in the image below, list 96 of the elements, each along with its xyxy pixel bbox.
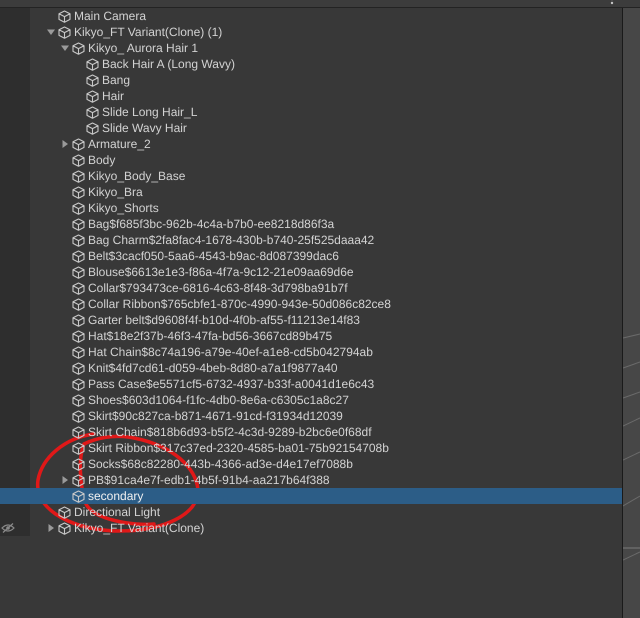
visibility-hidden-icon[interactable]: [1, 523, 15, 533]
object-name: Bang: [102, 72, 130, 88]
cube-icon: [72, 474, 85, 486]
cube-icon: [86, 90, 99, 102]
hierarchy-row[interactable]: Slide Wavy Hair: [0, 120, 622, 136]
cube-icon: [72, 362, 85, 374]
hierarchy-row[interactable]: Knit$4fd7cd61-d059-4beb-8d80-a7a1f9877a40: [0, 360, 622, 376]
object-name: Kikyo_Body_Base: [88, 168, 186, 184]
object-name: Kikyo_FT Variant(Clone) (1): [74, 24, 222, 40]
hierarchy-row[interactable]: Belt$3cacf050-5aa6-4543-b9ac-8d087399dac6: [0, 248, 622, 264]
object-name: Knit$4fd7cd61-d059-4beb-8d80-a7a1f9877a40: [88, 360, 338, 376]
object-name: Kikyo_ Aurora Hair 1: [88, 40, 198, 56]
hierarchy-row[interactable]: Kikyo_Body_Base: [0, 168, 622, 184]
more-menu-icon[interactable]: [610, 0, 614, 6]
hierarchy-row[interactable]: Skirt$90c827ca-b871-4671-91cd-f31934d12039: [0, 408, 622, 424]
hierarchy-row[interactable]: Blouse$6613e1e3-f86a-4f7a-9c12-21e09aa69d6e: [0, 264, 622, 280]
cube-icon: [72, 458, 85, 470]
fold-caret-icon[interactable]: [61, 140, 69, 148]
object-name: Collar$793473ce-6816-4c63-8f48-3d798ba91b7f: [88, 280, 348, 296]
object-name: Collar Ribbon$765cbfe1-870c-4990-943e-50d086c82ce8: [88, 296, 391, 312]
object-name: Slide Wavy Hair: [102, 120, 187, 136]
fold-caret-icon[interactable]: [47, 28, 55, 36]
cube-icon: [72, 234, 85, 246]
object-name: Hat$18e2f37b-46f3-47fa-bd56-3667cd89b475: [88, 328, 332, 344]
hierarchy-row[interactable]: Hat$18e2f37b-46f3-47fa-bd56-3667cd89b475: [0, 328, 622, 344]
cube-icon: [72, 266, 85, 278]
object-name: Slide Long Hair_L: [102, 104, 198, 120]
cube-icon: [58, 10, 71, 22]
fold-caret-icon[interactable]: [61, 476, 69, 484]
object-name: Belt$3cacf050-5aa6-4543-b9ac-8d087399dac6: [88, 248, 339, 264]
cube-icon: [86, 58, 99, 70]
object-name: Armature_2: [88, 136, 151, 152]
object-name: Blouse$6613e1e3-f86a-4f7a-9c12-21e09aa69d6e: [88, 264, 354, 280]
cube-icon: [72, 218, 85, 230]
hierarchy-row[interactable]: Collar$793473ce-6816-4c63-8f48-3d798ba91b7f: [0, 280, 622, 296]
object-name: Kikyo_Shorts: [88, 200, 159, 216]
cube-icon: [72, 378, 85, 390]
hierarchy-row[interactable]: Slide Long Hair_L: [0, 104, 622, 120]
cube-icon: [72, 442, 85, 454]
hierarchy-row[interactable]: Armature_2: [0, 136, 622, 152]
hierarchy-row[interactable]: Back Hair A (Long Wavy): [0, 56, 622, 72]
cube-icon: [72, 346, 85, 358]
cube-icon: [72, 298, 85, 310]
object-name: Body: [88, 152, 116, 168]
object-name: Skirt$90c827ca-b871-4671-91cd-f31934d12039: [88, 408, 343, 424]
cube-icon: [72, 186, 85, 198]
object-name: Back Hair A (Long Wavy): [102, 56, 235, 72]
cube-icon: [58, 522, 71, 534]
hierarchy-row[interactable]: Skirt Chain$818b6d93-b5f2-4c3d-9289-b2bc6e0f68df: [0, 424, 622, 440]
hierarchy-row[interactable]: Hair: [0, 88, 622, 104]
cube-icon: [72, 138, 85, 150]
fold-caret-icon[interactable]: [47, 524, 55, 532]
hierarchy-row[interactable]: Body: [0, 152, 622, 168]
cube-icon: [86, 74, 99, 86]
object-name: secondary: [88, 488, 144, 504]
cube-icon: [72, 250, 85, 262]
cube-icon: [58, 506, 71, 518]
hierarchy-row[interactable]: secondary: [0, 488, 622, 504]
hierarchy-row[interactable]: Shoes$603d1064-f1fc-4db0-8e6a-c6305c1a8c27: [0, 392, 622, 408]
cube-icon: [72, 330, 85, 342]
cube-icon: [58, 26, 71, 38]
hierarchy-row[interactable]: Kikyo_Shorts: [0, 200, 622, 216]
cube-icon: [86, 106, 99, 118]
cube-icon: [72, 170, 85, 182]
cube-icon: [72, 394, 85, 406]
object-name: Bag$f685f3bc-962b-4c4a-b7b0-ee8218d86f3a: [88, 216, 334, 232]
hierarchy-row[interactable]: Pass Case$e5571cf5-6732-4937-b33f-a0041d1e6c43: [0, 376, 622, 392]
cube-icon: [86, 122, 99, 134]
hierarchy-row[interactable]: Main Camera: [0, 8, 622, 24]
cube-icon: [72, 410, 85, 422]
hierarchy-row[interactable]: Kikyo_FT Variant(Clone) (1): [0, 24, 622, 40]
object-name: Hair: [102, 88, 124, 104]
object-name: Hat Chain$8c74a196-a79e-40ef-a1e8-cd5b042794ab: [88, 344, 373, 360]
cube-icon: [72, 42, 85, 54]
hierarchy-row[interactable]: Collar Ribbon$765cbfe1-870c-4990-943e-50d086c82ce8: [0, 296, 622, 312]
hierarchy-row[interactable]: Bang: [0, 72, 622, 88]
hierarchy-row[interactable]: Kikyo_ Aurora Hair 1: [0, 40, 622, 56]
cube-icon: [72, 154, 85, 166]
hierarchy-row[interactable]: Hat Chain$8c74a196-a79e-40ef-a1e8-cd5b042794ab: [0, 344, 622, 360]
fold-caret-icon[interactable]: [61, 44, 69, 52]
hierarchy-row[interactable]: Garter belt$d9608f4f-b10d-4f0b-af55-f11213e14f83: [0, 312, 622, 328]
object-name: Pass Case$e5571cf5-6732-4937-b33f-a0041d1e6c43: [88, 376, 374, 392]
object-name: Main Camera: [74, 8, 146, 24]
object-name: Bag Charm$2fa8fac4-1678-430b-b740-25f525daaa42: [88, 232, 374, 248]
cube-icon: [72, 490, 85, 502]
object-name: Skirt Chain$818b6d93-b5f2-4c3d-9289-b2bc6e0f68df: [88, 424, 372, 440]
object-name: Kikyo_Bra: [88, 184, 143, 200]
cube-icon: [72, 202, 85, 214]
hierarchy-row[interactable]: Bag$f685f3bc-962b-4c4a-b7b0-ee8218d86f3a: [0, 216, 622, 232]
hierarchy-row[interactable]: Bag Charm$2fa8fac4-1678-430b-b740-25f525daaa42: [0, 232, 622, 248]
cube-icon: [72, 282, 85, 294]
object-name: Shoes$603d1064-f1fc-4db0-8e6a-c6305c1a8c27: [88, 392, 349, 408]
cube-icon: [72, 314, 85, 326]
hierarchy-row[interactable]: Kikyo_Bra: [0, 184, 622, 200]
object-name: Garter belt$d9608f4f-b10d-4f0b-af55-f11213e14f83: [88, 312, 360, 328]
cube-icon: [72, 426, 85, 438]
